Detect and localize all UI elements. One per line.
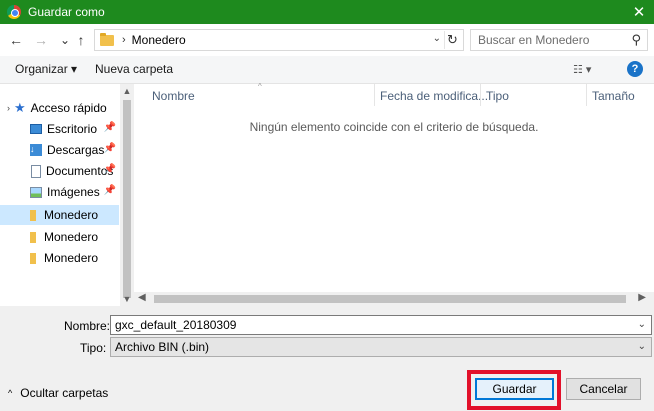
breadcrumb-separator-icon[interactable]: › [122,34,126,46]
sidebar-item-quick-access[interactable]: › ★ Acceso rápido [0,98,119,118]
column-header-size[interactable]: Tamaño [592,86,635,106]
scroll-left-icon[interactable]: ◀ [138,292,146,306]
chrome-icon [7,5,21,19]
filetype-row: Tipo: Archivo BIN (.bin) ⌄ [0,337,654,359]
new-folder-button[interactable]: Nueva carpeta [95,62,173,76]
star-icon: ★ [14,100,26,115]
horizontal-scrollbar[interactable]: ◀ ▶ [134,292,654,306]
sidebar-item-label: Monedero [44,251,99,265]
column-header-type[interactable]: Tipo [486,86,509,106]
save-button[interactable]: Guardar [475,378,554,400]
search-input[interactable] [478,33,628,47]
up-arrow-icon[interactable]: ↑ [73,31,89,49]
refresh-icon[interactable]: ↻ [444,31,460,49]
recent-locations-chevron-icon[interactable]: ⌄ [57,31,73,49]
dialog-footer: ^ Ocultar carpetas Guardar Cancelar [0,366,654,411]
pin-icon[interactable]: 📌 [104,164,116,175]
folder-icon [30,209,36,221]
sidebar-item-label: Monedero [44,208,99,222]
sidebar-item-label: Imágenes [47,185,100,199]
scroll-right-icon[interactable]: ▶ [638,292,646,306]
column-separator[interactable] [586,84,587,106]
scroll-up-icon[interactable]: ▲ [120,84,134,98]
cancel-button[interactable]: Cancelar [566,378,641,400]
sidebar-item-descargas[interactable]: ↓ Descargas 📌 [0,140,119,160]
forward-arrow-icon[interactable]: → [33,31,49,49]
close-icon[interactable]: ✕ [624,0,654,24]
filetype-value[interactable]: Archivo BIN (.bin) [115,340,209,354]
help-icon[interactable]: ? [627,61,643,77]
address-row: ← → ⌄ ↑ › Monedero ⌄ ↻ ⚲ [0,24,654,56]
sort-ascending-icon: ^ [258,82,262,91]
scroll-thumb[interactable] [123,100,131,298]
folder-icon [100,32,114,46]
filetype-label: Tipo: [80,341,107,355]
expand-chevron-icon[interactable]: › [7,103,10,113]
sidebar-item-label: Acceso rápido [30,101,107,115]
address-dropdown-icon[interactable]: ⌄ [433,33,441,44]
back-arrow-icon[interactable]: ← [8,31,24,49]
pin-icon[interactable]: 📌 [104,143,116,154]
command-bar: Organizar ▾ Nueva carpeta ☷ ▾ ? [0,56,654,84]
window-title: Guardar como [28,5,105,19]
download-icon: ↓ [30,144,42,156]
navigation-pane: › ★ Acceso rápido Escritorio 📌 ↓ Descarg… [0,84,120,306]
document-icon [31,164,41,178]
filename-value[interactable]: gxc_default_20180309 [115,318,236,332]
sidebar-item-label: Escritorio [47,122,98,136]
desktop-icon [30,124,42,134]
column-header-name[interactable]: Nombre [152,86,195,106]
sidebar-item-monedero-3[interactable]: Monedero [0,248,119,268]
sidebar-item-monedero-2[interactable]: Monedero [0,227,119,247]
filename-row: Nombre: gxc_default_20180309 ⌄ [0,315,654,337]
filename-label: Nombre: [64,319,111,333]
pictures-icon [30,186,42,198]
file-list: ^ Nombre Fecha de modifica... Tipo Tamañ… [134,82,654,306]
breadcrumb-monedero[interactable]: Monedero [132,33,186,47]
pin-icon[interactable]: 📌 [104,185,116,196]
hide-folders-label: Ocultar carpetas [20,386,109,400]
scroll-thumb[interactable] [154,295,626,303]
search-box[interactable]: ⚲ [470,29,648,51]
filetype-select[interactable]: Archivo BIN (.bin) ⌄ [110,337,652,357]
column-header-date[interactable]: Fecha de modifica... [380,86,488,106]
sidebar-item-label: Descargas [47,143,105,157]
title-bar: Guardar como ✕ [0,0,654,24]
filetype-dropdown-icon[interactable]: ⌄ [638,341,646,352]
column-separator[interactable] [374,84,375,106]
search-icon[interactable]: ⚲ [631,32,641,48]
sidebar-item-escritorio[interactable]: Escritorio 📌 [0,119,119,139]
hide-folders-button[interactable]: ^ Ocultar carpetas [8,386,108,400]
address-bar[interactable]: › Monedero ⌄ ↻ [94,29,464,51]
scroll-down-icon[interactable]: ▼ [120,292,134,306]
sidebar-item-imagenes[interactable]: Imágenes 📌 [0,182,119,202]
filename-field[interactable]: gxc_default_20180309 ⌄ [110,315,652,335]
nav-vertical-scrollbar[interactable]: ▲ ▼ [120,84,134,306]
collapse-chevron-icon: ^ [8,388,13,398]
folder-icon [30,252,36,264]
sidebar-item-monedero-1[interactable]: Monedero [0,205,119,225]
sidebar-item-label: Monedero [44,230,99,244]
empty-state-message: Ningún elemento coincide con el criterio… [249,120,539,134]
pin-icon[interactable]: 📌 [104,122,116,133]
sidebar-item-documentos[interactable]: Documentos 📌 [0,161,119,181]
filename-dropdown-icon[interactable]: ⌄ [638,319,646,330]
organize-button[interactable]: Organizar ▾ [15,62,77,76]
folder-icon [30,231,36,243]
column-separator[interactable] [480,84,481,106]
view-options-icon[interactable]: ☷ ▾ [573,63,591,76]
